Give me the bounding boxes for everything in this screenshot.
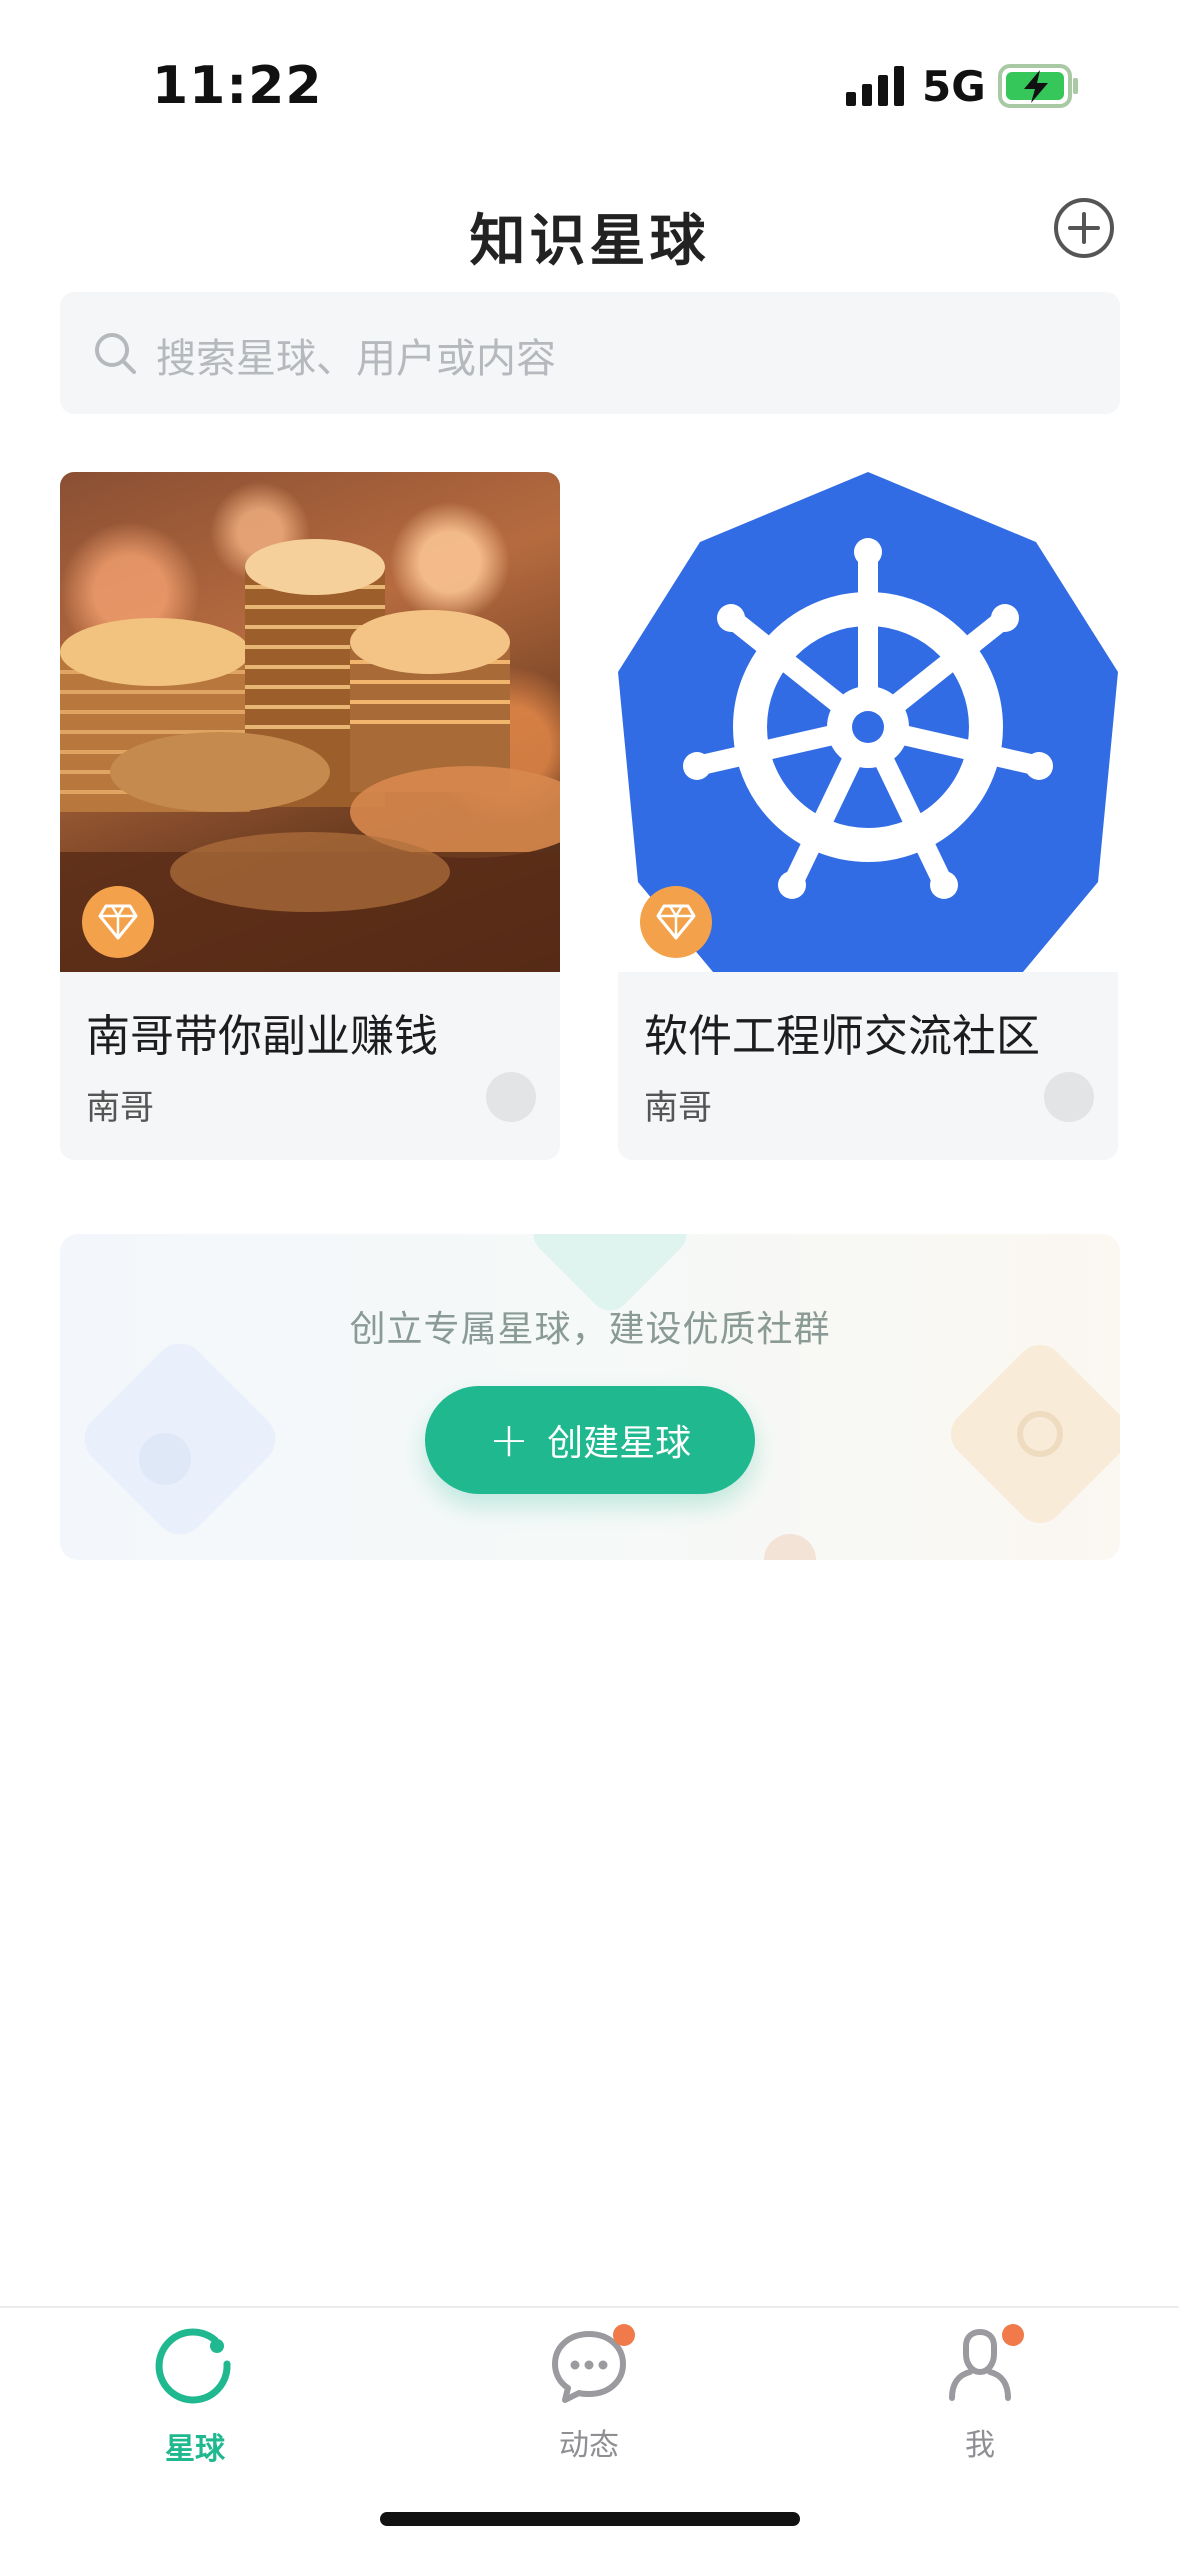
app-screen: 11:22 5G 知识星球 搜索星球、用户或内容 南哥带你副业赚钱 南哥 软件工… [0,0,1179,2556]
planet-icon [155,2328,231,2404]
battery-charging-icon [998,64,1078,108]
home-indicator [380,2512,800,2526]
planet-card[interactable]: 软件工程师交流社区 南哥 [618,472,1118,1160]
create-planet-label: 创建星球 [547,1423,692,1464]
plus-icon: + [488,1412,530,1468]
search-input[interactable]: 搜索星球、用户或内容 [60,292,1120,414]
dot-deco-icon [764,1534,816,1560]
tab-label: 我 [965,2428,995,2463]
tab-me[interactable]: 我 [880,2324,1080,2464]
add-plus-icon[interactable] [1052,196,1116,260]
planet-title: 南哥带你副业赚钱 [86,1011,438,1062]
search-icon [95,333,136,374]
planet-owner: 南哥 [86,1088,154,1128]
planet-title: 软件工程师交流社区 [644,1011,1040,1062]
notification-dot [1002,2324,1024,2346]
page-title: 知识星球 [469,209,710,274]
banner-tagline: 创立专属星球，建设优质社群 [349,1309,831,1350]
diamond-badge [82,886,154,958]
create-planet-button[interactable]: + 创建星球 [425,1386,755,1494]
search-placeholder: 搜索星球、用户或内容 [156,336,556,382]
tab-feed[interactable]: 动态 [489,2324,689,2464]
pen-deco-icon [950,1344,1120,1524]
create-planet-banner: 创立专属星球，建设优质社群 + 创建星球 [60,1234,1120,1560]
unread-indicator [486,1072,536,1122]
diamond-icon [656,904,696,940]
planet-card[interactable]: 南哥带你副业赚钱 南哥 [60,472,560,1160]
tab-label: 星球 [165,2432,225,2467]
planet-cover-image [618,472,1118,972]
diamond-icon [98,904,138,940]
cellular-signal-icon [846,66,904,106]
diamond-badge [640,886,712,958]
status-bar: 11:22 5G [0,0,1179,170]
planet-owner: 南哥 [644,1088,712,1128]
network-type: 5G [922,62,986,111]
tab-label: 动态 [559,2428,619,2463]
planet-cover-image [60,472,560,972]
tab-planet[interactable]: 星球 [95,2326,295,2468]
notification-dot [613,2324,635,2346]
status-time: 11:22 [152,56,323,116]
lock-deco-icon [84,1343,276,1535]
unread-indicator [1044,1072,1094,1122]
